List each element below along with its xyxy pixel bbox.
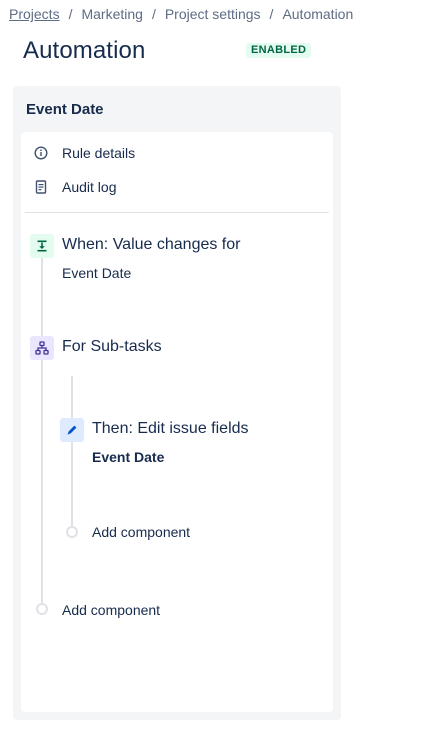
nested-timeline-line (71, 376, 73, 526)
document-icon (33, 179, 49, 195)
status-badge: ENABLED (246, 43, 312, 58)
breadcrumb-marketing[interactable]: Marketing (81, 6, 142, 22)
breadcrumb-automation[interactable]: Automation (282, 6, 353, 22)
rule-details-label: Rule details (62, 145, 136, 161)
audit-log-button[interactable]: Audit log (33, 179, 116, 195)
rule-card: Rule details Audit log When: Value chang… (21, 132, 333, 712)
action-title[interactable]: Then: Edit issue fields (92, 420, 249, 438)
breadcrumb-separator: / (68, 6, 73, 22)
add-component-inner-button[interactable]: Add component (92, 524, 190, 540)
info-icon (33, 145, 49, 161)
timeline-line (41, 258, 43, 603)
rule-details-button[interactable]: Rule details (33, 145, 135, 161)
trigger-icon[interactable] (30, 234, 54, 258)
add-component-outer-button[interactable]: Add component (62, 602, 160, 618)
breadcrumb-projects-link[interactable]: Projects (9, 6, 60, 22)
breadcrumb: Projects / Marketing / Project settings / Auto… (9, 6, 353, 22)
breadcrumb-separator: / (151, 6, 156, 22)
divider (25, 212, 329, 213)
breadcrumb-project-settings[interactable]: Project settings (165, 6, 261, 22)
add-component-dot (66, 526, 78, 538)
add-component-dot (36, 603, 48, 615)
branch-icon[interactable] (30, 336, 54, 360)
pencil-icon[interactable] (60, 418, 84, 442)
rule-panel: Event Date Rule details Audit log When: … (13, 86, 341, 720)
breadcrumb-separator: / (269, 6, 274, 22)
audit-log-label: Audit log (62, 179, 117, 195)
page-title: Automation (23, 37, 146, 64)
branch-title[interactable]: For Sub-tasks (62, 338, 162, 356)
action-field: Event Date (92, 449, 165, 465)
rule-name: Event Date (26, 101, 104, 118)
trigger-title[interactable]: When: Value changes for (62, 236, 240, 254)
trigger-field: Event Date (62, 265, 132, 281)
